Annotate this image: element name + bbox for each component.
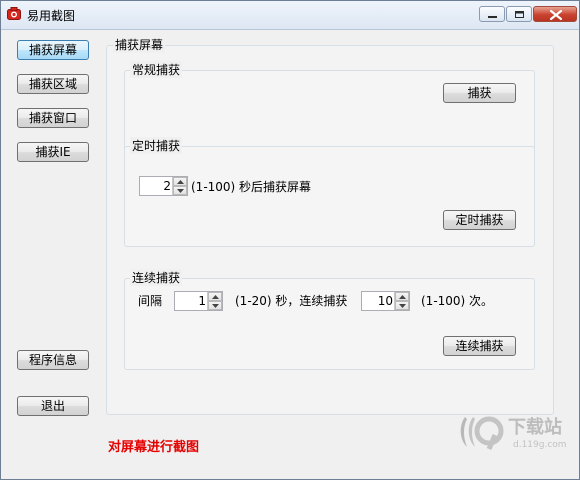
capture-count-spinner[interactable]: 10 <box>361 291 410 311</box>
watermark-brand: 下载站 <box>508 416 562 438</box>
arrow-down-icon <box>399 304 406 308</box>
count-range-hint: (1-100) 次。 <box>421 294 494 308</box>
spin-down-button[interactable] <box>395 301 409 310</box>
maximize-icon <box>515 11 524 18</box>
maximize-button[interactable] <box>506 6 532 22</box>
interval-range-hint: (1-20) 秒，连续捕获 <box>235 294 348 308</box>
continuous-capture-button[interactable]: 连续捕获 <box>443 336 516 356</box>
timed-capture-title: 定时捕获 <box>130 137 183 154</box>
delay-seconds-spinner[interactable]: 2 <box>139 176 188 196</box>
camera-icon <box>7 7 21 20</box>
spinner-arrows <box>207 292 222 310</box>
capture-screen-button[interactable]: 捕获屏幕 <box>17 40 89 60</box>
app-window: 易用截图 捕获屏幕 捕获区域 捕获窗口 捕获IE 程序信息 退出 捕获屏幕 常规… <box>0 0 580 480</box>
timed-capture-group <box>124 146 535 247</box>
spin-down-button[interactable] <box>208 301 222 310</box>
arrow-down-icon <box>177 189 184 193</box>
spin-up-button[interactable] <box>208 292 222 301</box>
spin-down-button[interactable] <box>173 186 187 195</box>
window-title: 易用截图 <box>27 9 76 23</box>
status-text: 对屏幕进行截图 <box>108 440 200 455</box>
arrow-up-icon <box>212 295 219 299</box>
timed-capture-button[interactable]: 定时捕获 <box>443 210 516 230</box>
exit-button[interactable]: 退出 <box>17 396 89 416</box>
minimize-icon <box>488 16 497 18</box>
capture-region-button[interactable]: 捕获区域 <box>17 74 89 94</box>
spinner-arrows <box>172 177 187 195</box>
watermark-domain: d.119g.com <box>513 440 567 450</box>
arrow-up-icon <box>399 295 406 299</box>
delay-seconds-value: 2 <box>163 179 171 193</box>
interval-seconds-value: 1 <box>198 294 206 308</box>
close-button[interactable] <box>533 6 577 22</box>
spin-up-button[interactable] <box>395 292 409 301</box>
minimize-button[interactable] <box>479 6 505 22</box>
capture-button[interactable]: 捕获 <box>443 83 516 103</box>
panel-title: 捕获屏幕 <box>113 36 166 53</box>
close-icon <box>549 9 563 21</box>
capture-count-value: 10 <box>377 294 393 308</box>
normal-capture-group <box>124 70 535 150</box>
arrow-down-icon <box>212 304 219 308</box>
interval-label: 间隔 <box>138 294 163 308</box>
program-info-button[interactable]: 程序信息 <box>17 350 89 370</box>
spin-up-button[interactable] <box>173 177 187 186</box>
watermark-logo: 下载站 d.119g.com <box>460 416 567 450</box>
continuous-capture-title: 连续捕获 <box>130 269 183 286</box>
interval-seconds-spinner[interactable]: 1 <box>174 291 223 311</box>
capture-window-button[interactable]: 捕获窗口 <box>17 108 89 128</box>
arrow-up-icon <box>177 180 184 184</box>
delay-range-hint: (1-100) 秒后捕获屏幕 <box>191 180 312 194</box>
title-bar[interactable]: 易用截图 <box>1 1 579 30</box>
normal-capture-title: 常规捕获 <box>130 61 183 78</box>
spinner-arrows <box>394 292 409 310</box>
site-watermark: 下载站 d.119g.com <box>453 411 579 451</box>
capture-ie-button[interactable]: 捕获IE <box>17 142 89 162</box>
